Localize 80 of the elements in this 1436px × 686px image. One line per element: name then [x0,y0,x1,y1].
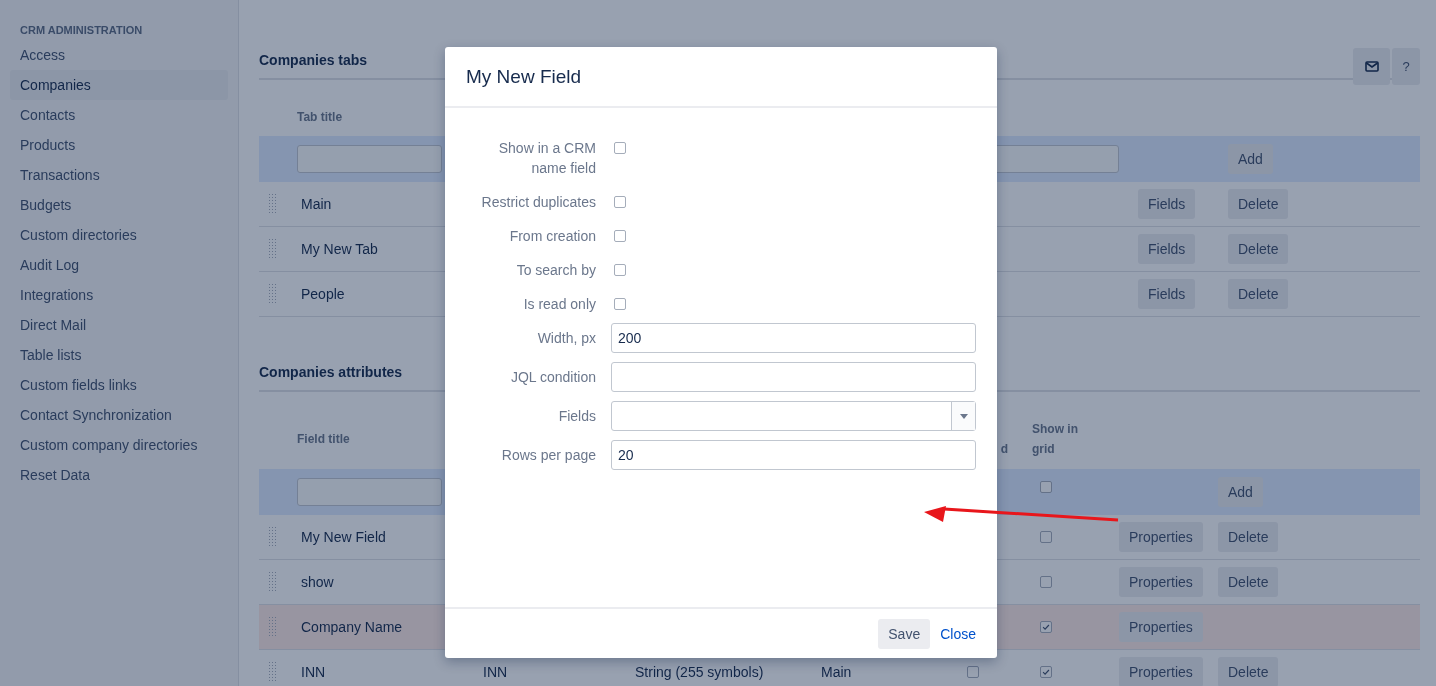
sidebar-item[interactable]: Custom fields links [10,370,228,400]
column-header: Field title [297,430,351,448]
sidebar-item[interactable]: Transactions [10,160,228,190]
fields-button[interactable]: Fields [1138,279,1196,309]
sidebar-item[interactable]: Budgets [10,190,228,220]
add-button[interactable]: Add [1218,477,1263,507]
checkbox[interactable] [614,196,626,208]
checkbox[interactable] [614,142,626,154]
properties-button[interactable]: Properties [1119,567,1203,597]
checkbox[interactable] [1040,531,1052,543]
delete-button[interactable]: Delete [1228,189,1289,219]
field-label: To search by [515,261,596,280]
help-button[interactable]: ? [1392,48,1420,85]
field-label: Width, px [536,329,596,348]
field-label: Restrict duplicates [480,193,596,212]
checkbox[interactable] [1040,666,1052,678]
table-cell-text: Main [300,196,333,212]
sidebar-item[interactable]: Direct Mail [10,310,228,340]
table-cell-text: My New Tab [300,241,379,257]
text-field[interactable] [611,362,976,392]
checkbox[interactable] [967,666,979,678]
checkbox[interactable] [1040,481,1052,493]
dialog-title: My New Field [466,65,582,88]
section-title: Companies attributes [259,364,403,380]
text-input[interactable] [297,145,442,173]
table-cell-text: INN [482,664,509,680]
checkbox[interactable] [1040,621,1052,633]
sidebar-item[interactable]: Access [10,40,228,70]
text-field[interactable]: 200 [611,323,976,353]
sidebar-item[interactable]: Contact Synchronization [10,400,228,430]
mail-icon [1364,61,1379,72]
mail-button[interactable] [1353,48,1390,85]
fields-button[interactable]: Fields [1138,189,1196,219]
table-cell-text: show [300,574,335,590]
column-header: Show in grid [1032,420,1079,458]
field-label: Is read only [522,295,596,314]
table-cell-text: People [300,286,346,302]
table-cell-text: INN [300,664,327,680]
sidebar-item[interactable]: Custom company directories [10,430,228,460]
text-input[interactable] [297,478,442,506]
column-header: d [1000,441,1008,458]
checkbox[interactable] [614,230,626,242]
sidebar-item[interactable]: Custom directories [10,220,228,250]
table-cell-text: Main [820,664,853,680]
checkbox[interactable] [614,264,626,276]
section-title: Companies tabs [259,52,368,70]
field-label: From creation [508,227,596,246]
delete-button[interactable]: Delete [1218,567,1279,597]
properties-button[interactable]: Properties [1119,522,1203,552]
sidebar-item[interactable]: Reset Data [10,460,228,490]
delete-button[interactable]: Delete [1218,522,1279,552]
sidebar-item[interactable]: Contacts [10,100,228,130]
field-label: Fields [557,407,596,426]
sidebar-item[interactable]: Table lists [10,340,228,370]
add-button[interactable]: Add [1228,144,1273,174]
save-button[interactable]: Save [878,618,931,649]
delete-button[interactable]: Delete [1218,657,1279,686]
fields-button[interactable]: Fields [1138,234,1196,264]
text-field[interactable]: 20 [611,440,976,470]
properties-button[interactable]: Properties [1119,612,1203,642]
sidebar-heading: CRM ADMINISTRATION [19,24,144,36]
table-cell-text: My New Field [300,529,387,545]
sidebar-item[interactable]: Integrations [10,280,228,310]
properties-button[interactable]: Properties [1119,657,1203,686]
checkbox[interactable] [1040,576,1052,588]
column-header: Tab title [297,109,344,126]
field-label: JQL condition [509,368,596,387]
sidebar-item[interactable]: Audit Log [10,250,228,280]
select-field[interactable] [611,401,976,431]
field-label: Rows per page [500,446,596,465]
close-link[interactable]: Close [940,625,976,642]
table-cell-text: Company Name [300,619,404,635]
delete-button[interactable]: Delete [1228,234,1289,264]
field-label: Show in a CRM name field [497,139,596,178]
table-cell-text: String (255 symbols) [634,664,765,680]
delete-button[interactable]: Delete [1228,279,1289,309]
caret-icon [959,413,968,419]
sidebar-item[interactable]: Products [10,130,228,160]
sidebar-item[interactable]: Companies [10,70,228,100]
checkbox[interactable] [614,298,626,310]
